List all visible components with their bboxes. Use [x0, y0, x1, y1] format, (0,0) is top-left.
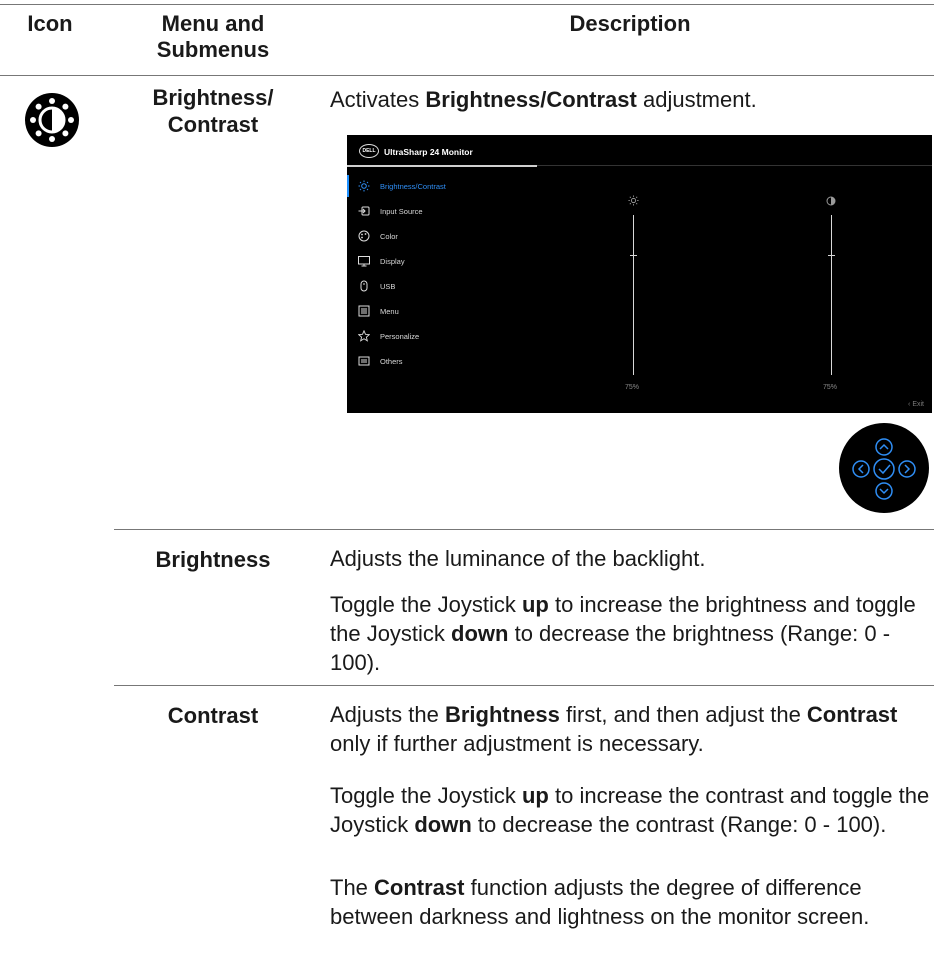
joystick-left-icon	[852, 460, 870, 478]
osd-menu-item-menu[interactable]: Menu	[356, 303, 399, 319]
joystick-up-icon	[875, 438, 893, 456]
contrast-slider-knob[interactable]	[828, 255, 835, 256]
star-icon	[356, 330, 372, 342]
brightness-value: 75%	[625, 384, 640, 391]
header-menu-submenus: Menu and Submenus	[156, 11, 270, 62]
header-icon: Icon	[27, 11, 73, 36]
dell-logo: DELL	[359, 144, 379, 158]
osd-title-accent	[347, 165, 537, 167]
header-bottom-rule	[0, 75, 934, 76]
header-description: Description	[569, 11, 691, 36]
desc-contrast-p3: The Contrast function adjusts the degree…	[330, 875, 870, 929]
joystick-down-icon	[875, 482, 893, 500]
input-source-icon	[356, 205, 372, 217]
sun-icon	[356, 180, 372, 192]
brightness-slider-icon	[628, 193, 639, 211]
menu-icon	[356, 305, 372, 317]
osd-menu-item-others[interactable]: Others	[356, 353, 403, 369]
osd-menu-item-brightness-contrast[interactable]: Brightness/Contrast	[356, 178, 446, 194]
joystick-ok-icon	[873, 458, 895, 480]
osd-menu-item-input-source[interactable]: Input Source	[356, 203, 423, 219]
submenu-name-brightness: Brightness	[155, 547, 271, 572]
contrast-slider-icon	[826, 193, 836, 211]
submenu-name-contrast: Contrast	[167, 703, 259, 728]
mouse-icon	[356, 280, 372, 292]
palette-icon	[356, 230, 372, 242]
contrast-slider[interactable]	[831, 215, 832, 375]
others-icon	[356, 355, 372, 367]
brightness-slider-knob[interactable]	[630, 255, 637, 256]
osd-menu-item-personalize[interactable]: Personalize	[356, 328, 419, 344]
joystick-graphic	[839, 423, 929, 513]
joystick-right-icon	[898, 460, 916, 478]
osd-screenshot: DELL UltraSharp 24 Monitor Brightness/Co…	[347, 135, 932, 413]
menu-name-brightness-contrast: Brightness/ Contrast	[152, 85, 274, 137]
osd-menu-item-color[interactable]: Color	[356, 228, 398, 244]
desc-brightness-contrast: Activates Brightness/Contrast adjustment…	[330, 87, 757, 112]
desc-contrast-p1: Adjusts the Brightness first, and then a…	[330, 702, 898, 756]
table-top-rule	[0, 4, 934, 5]
osd-title: UltraSharp 24 Monitor	[384, 147, 473, 157]
exit-button[interactable]: ‹ Exit	[908, 401, 924, 408]
osd-menu-item-display[interactable]: Display	[356, 253, 405, 269]
contrast-row-rule	[114, 685, 934, 686]
display-icon	[356, 255, 372, 267]
osd-menu-item-usb[interactable]: USB	[356, 278, 395, 294]
brightness-row-rule	[114, 529, 934, 530]
desc-brightness-p1: Adjusts the luminance of the backlight.	[330, 546, 706, 571]
contrast-value: 75%	[823, 384, 838, 391]
osd-selection-bar	[347, 175, 349, 197]
brightness-contrast-icon	[24, 92, 80, 148]
chevron-left-icon: ‹	[908, 401, 911, 408]
desc-brightness-p2: Toggle the Joystick up to increase the b…	[330, 592, 916, 675]
desc-contrast-p2: Toggle the Joystick up to increase the c…	[330, 783, 930, 837]
brightness-slider[interactable]	[633, 215, 634, 375]
